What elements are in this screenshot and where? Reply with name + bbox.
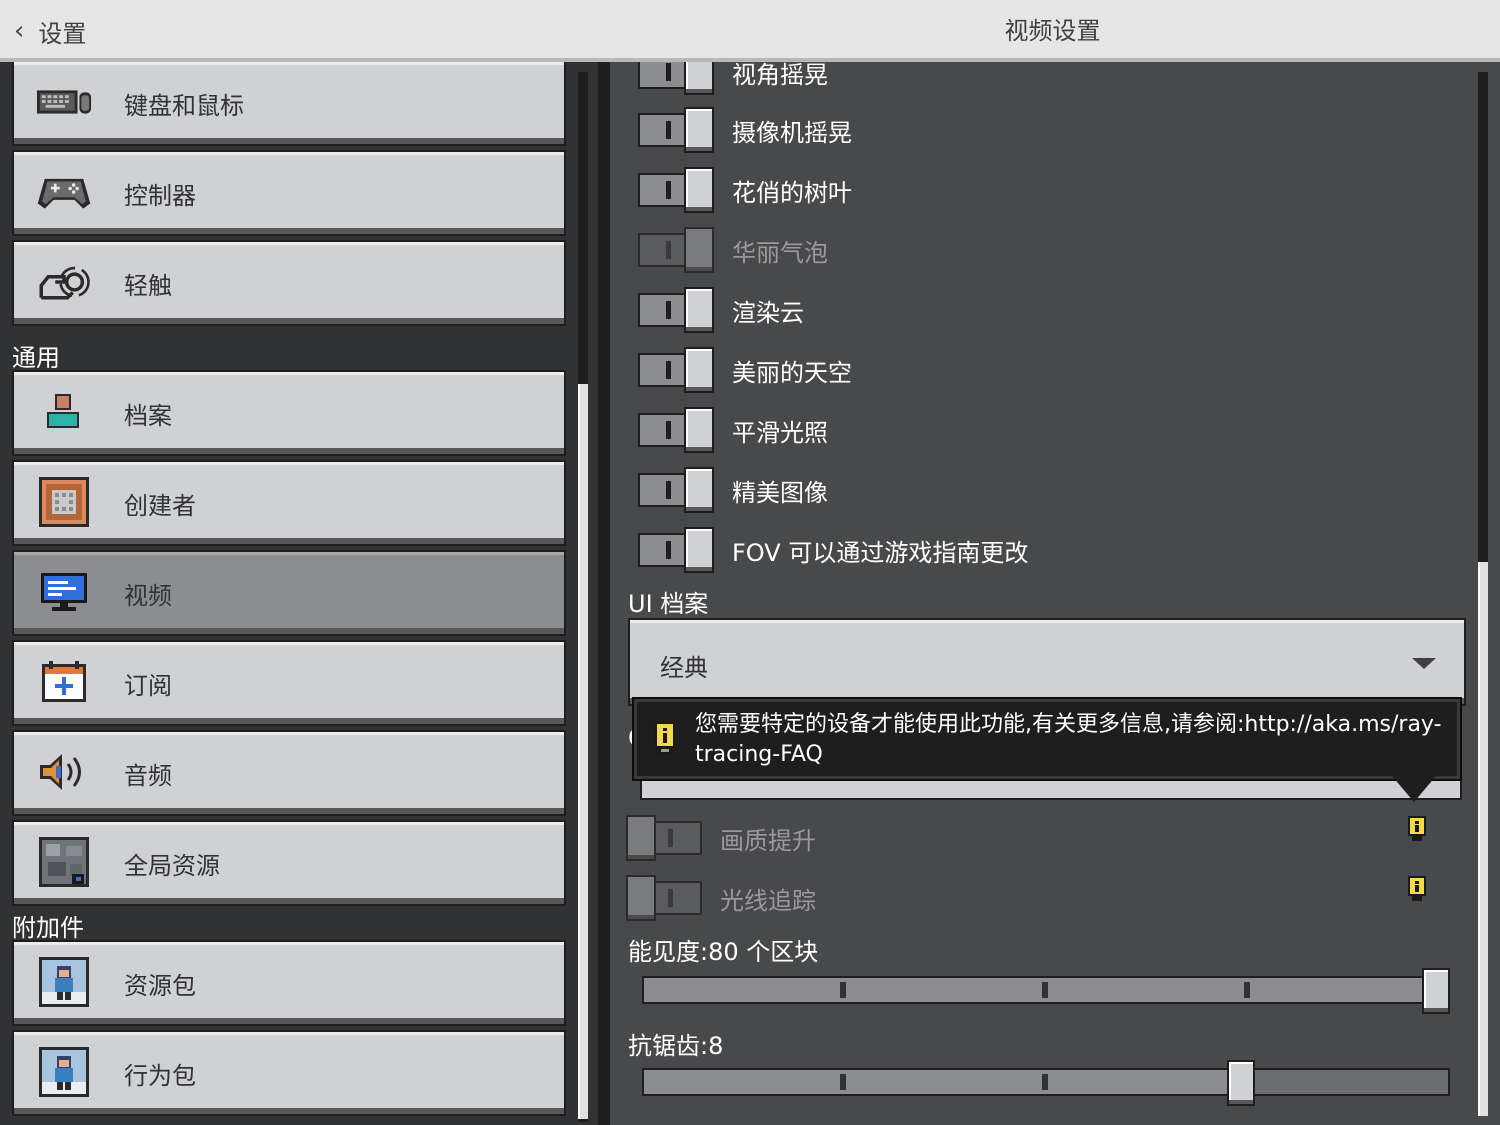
- toggle-label: 视角摇晃: [732, 62, 828, 89]
- sidebar-item-audio[interactable]: 音频: [12, 730, 566, 816]
- info-icon: [651, 720, 679, 756]
- slider-fill: [644, 978, 1424, 1002]
- toggle-label: FOV 可以通过游戏指南更改: [732, 538, 1029, 567]
- ray-tracing-toggle: [626, 875, 704, 921]
- slider-handle[interactable]: [1227, 1060, 1255, 1106]
- toggle-row-ray-tracing: 光线追踪: [626, 874, 1426, 922]
- sidebar-scrollbar-thumb[interactable]: [578, 384, 588, 1119]
- sidebar-item-label: 创建者: [124, 491, 196, 520]
- sidebar-item-label: 档案: [124, 401, 172, 430]
- section-label-general: 通用: [12, 344, 60, 372]
- sidebar-item-label: 控制器: [124, 181, 196, 210]
- render-distance-slider[interactable]: [642, 968, 1450, 1014]
- monitor-icon: [36, 566, 92, 618]
- info-icon[interactable]: [1406, 875, 1428, 901]
- toggle-label: 光线追踪: [720, 886, 816, 915]
- fancy-leaves-toggle[interactable]: [638, 167, 716, 213]
- content-scrollbar-thumb[interactable]: [1478, 562, 1488, 1116]
- fancy-graphics-toggle[interactable]: [638, 467, 716, 513]
- sidebar-item-label: 全局资源: [124, 851, 220, 880]
- ray-tracing-tooltip: 您需要特定的设备才能使用此功能,有关更多信息,请参阅:http://aka.ms…: [634, 699, 1460, 779]
- ui-profile-label: UI 档案: [628, 590, 709, 618]
- toggle-row-render-clouds: 渲染云: [638, 286, 1438, 334]
- slider-handle[interactable]: [1422, 968, 1450, 1014]
- sidebar-item-label: 键盘和鼠标: [124, 91, 244, 120]
- ui-profile-value: 经典: [660, 654, 708, 682]
- profile-icon: [36, 386, 92, 438]
- sidebar-item-video[interactable]: 视频: [12, 550, 566, 636]
- upscaling-toggle: [626, 815, 704, 861]
- toggle-row-smooth-lighting: 平滑光照: [638, 406, 1438, 454]
- sidebar-item-profile[interactable]: 档案: [12, 370, 566, 456]
- slider-tick: [840, 1074, 846, 1090]
- slider-tick: [840, 982, 846, 998]
- view-bobbing-toggle[interactable]: [638, 62, 716, 95]
- toggle-row-view-bobbing: 视角摇晃: [638, 62, 1438, 96]
- toggle-label: 华丽气泡: [732, 238, 828, 267]
- toggle-row-upscaling: 画质提升: [626, 814, 1426, 862]
- panel-divider: [598, 62, 610, 1125]
- video-settings-panel: 视角摇晃 摄像机摇晃 花俏的树叶 华丽气泡 渲染云 美丽的天空 平滑光照 精美图…: [610, 62, 1500, 1125]
- ui-profile-dropdown[interactable]: 经典: [628, 618, 1466, 706]
- smooth-lighting-toggle[interactable]: [638, 407, 716, 453]
- sidebar-item-keyboard-mouse[interactable]: 键盘和鼠标: [12, 62, 566, 146]
- sidebar-item-label: 资源包: [124, 971, 196, 1000]
- calendar-add-icon: [36, 656, 92, 708]
- sidebar-item-label: 订阅: [124, 671, 172, 700]
- sidebar-item-touch[interactable]: 轻触: [12, 240, 566, 326]
- info-icon[interactable]: [1406, 815, 1428, 841]
- toggle-label: 花俏的树叶: [732, 178, 852, 207]
- sidebar-item-subscriptions[interactable]: 订阅: [12, 640, 566, 726]
- slider-tick: [1042, 982, 1048, 998]
- toggle-label: 摄像机摇晃: [732, 118, 852, 147]
- sidebar-item-controller[interactable]: 控制器: [12, 150, 566, 236]
- tooltip-arrow: [1392, 776, 1436, 802]
- sidebar-item-label: 视频: [124, 581, 172, 610]
- sidebar-item-behavior-packs[interactable]: 行为包: [12, 1030, 566, 1116]
- chevron-down-icon: [1412, 658, 1436, 669]
- sidebar-item-creator[interactable]: 创建者: [12, 460, 566, 546]
- toggle-label: 精美图像: [732, 478, 828, 507]
- page-title: 视频设置: [1004, 17, 1101, 45]
- fov-game-guide-toggle[interactable]: [638, 527, 716, 573]
- touch-icon: [36, 256, 92, 308]
- sidebar-item-label: 轻触: [124, 271, 172, 300]
- sidebar-item-label: 音频: [124, 761, 172, 790]
- global-resources-icon: [36, 836, 92, 888]
- antialiasing-label: 抗锯齿:8: [628, 1032, 724, 1060]
- behavior-pack-icon: [36, 1046, 92, 1098]
- toggle-label: 渲染云: [732, 298, 804, 327]
- toggle-row-fancy-leaves: 花俏的树叶: [638, 166, 1438, 214]
- render-distance-label: 能见度:80 个区块: [628, 938, 819, 966]
- speaker-icon: [36, 746, 92, 798]
- camera-shake-toggle[interactable]: [638, 107, 716, 153]
- toggle-label: 平滑光照: [732, 418, 828, 447]
- command-block-icon: [36, 476, 92, 528]
- toggle-row-fov-game-guide: FOV 可以通过游戏指南更改: [638, 526, 1438, 574]
- tooltip-message: 您需要特定的设备才能使用此功能,有关更多信息,请参阅:http://aka.ms…: [695, 712, 1442, 767]
- gamepad-icon: [36, 166, 92, 218]
- sidebar-item-label: 行为包: [124, 1061, 196, 1090]
- keyboard-mouse-icon: [36, 76, 92, 128]
- header-bar: ‹ 设置 视频设置: [0, 0, 1500, 62]
- resource-pack-icon: [36, 956, 92, 1008]
- antialiasing-slider[interactable]: [642, 1060, 1450, 1106]
- toggle-row-fancy-bubbles: 华丽气泡: [638, 226, 1438, 274]
- slider-fill: [644, 1070, 1229, 1094]
- toggle-label: 美丽的天空: [732, 358, 852, 387]
- render-clouds-toggle[interactable]: [638, 287, 716, 333]
- sidebar-item-global-resources[interactable]: 全局资源: [12, 820, 566, 906]
- toggle-row-fancy-graphics: 精美图像: [638, 466, 1438, 514]
- settings-sidebar: 键盘和鼠标 控制器 轻触 通用 档案 创建者 视频 订阅 音频 全局资源 附加件…: [0, 62, 598, 1125]
- fancy-bubbles-toggle: [638, 227, 716, 273]
- section-label-addons: 附加件: [12, 914, 84, 942]
- sidebar-item-resource-packs[interactable]: 资源包: [12, 940, 566, 1026]
- toggle-row-beautiful-skies: 美丽的天空: [638, 346, 1438, 394]
- toggle-label: 画质提升: [720, 826, 816, 855]
- slider-tick: [1042, 1074, 1048, 1090]
- beautiful-skies-toggle[interactable]: [638, 347, 716, 393]
- slider-tick: [1244, 982, 1250, 998]
- toggle-row-camera-shake: 摄像机摇晃: [638, 106, 1438, 154]
